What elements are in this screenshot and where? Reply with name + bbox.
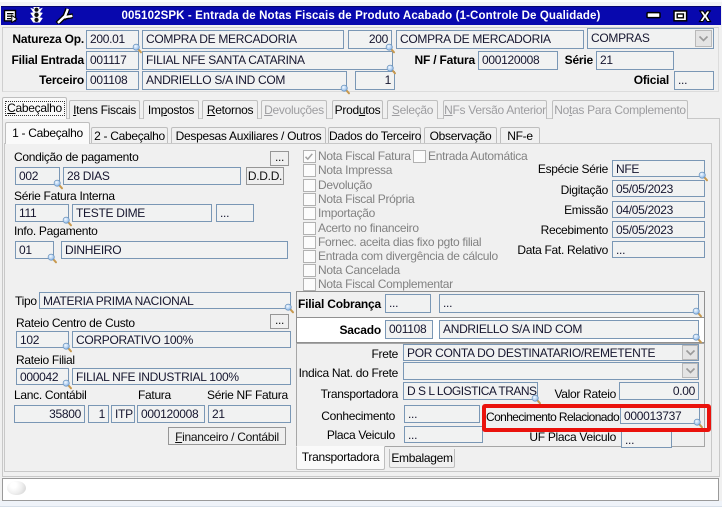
svg-text:X: X	[700, 9, 710, 23]
